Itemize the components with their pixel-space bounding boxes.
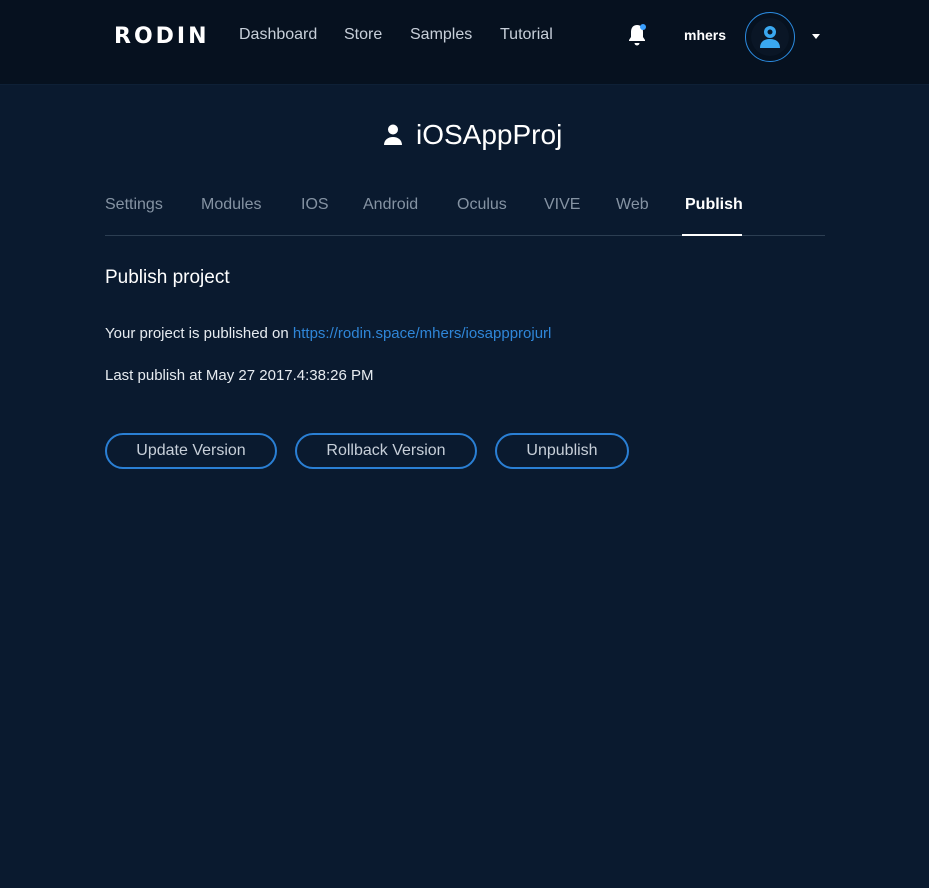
update-version-button[interactable]: Update Version: [105, 433, 277, 469]
nav-dashboard[interactable]: Dashboard: [239, 26, 317, 44]
tab-web[interactable]: Web: [616, 196, 649, 214]
nav-store[interactable]: Store: [344, 26, 382, 44]
tab-ios[interactable]: IOS: [301, 196, 329, 214]
caret-down-icon[interactable]: [812, 34, 820, 39]
published-prefix: Your project is published on: [105, 325, 293, 342]
tab-publish[interactable]: Publish: [685, 196, 743, 214]
nav-tutorial[interactable]: Tutorial: [500, 26, 553, 44]
rodin-logo[interactable]: RODIN: [114, 24, 210, 49]
project-header: iOSAppProj: [384, 117, 562, 153]
section-title: Publish project: [105, 267, 230, 288]
bell-icon[interactable]: [625, 22, 649, 48]
last-publish-info: Last publish at May 27 2017.4:38:26 PM: [105, 367, 374, 384]
unpublish-button[interactable]: Unpublish: [495, 433, 629, 469]
tab-vive[interactable]: VIVE: [544, 196, 580, 214]
tab-settings[interactable]: Settings: [105, 196, 163, 214]
avatar[interactable]: [745, 12, 795, 62]
tab-modules[interactable]: Modules: [201, 196, 261, 214]
tab-oculus[interactable]: Oculus: [457, 196, 507, 214]
top-navbar: RODIN Dashboard Store Samples Tutorial m…: [0, 0, 929, 84]
user-icon: [760, 26, 780, 48]
project-tabs: Settings Modules IOS Android Oculus VIVE…: [105, 192, 825, 236]
page-title: iOSAppProj: [416, 119, 563, 150]
username-label[interactable]: mhers: [684, 27, 726, 43]
tab-android[interactable]: Android: [363, 196, 418, 214]
published-info: Your project is published on https://rod…: [105, 325, 551, 342]
active-tab-indicator: [682, 234, 742, 236]
user-icon: [384, 124, 402, 145]
rollback-version-button[interactable]: Rollback Version: [295, 433, 477, 469]
published-url-link[interactable]: https://rodin.space/mhers/iosappprojurl: [293, 325, 551, 342]
nav-samples[interactable]: Samples: [410, 26, 472, 44]
